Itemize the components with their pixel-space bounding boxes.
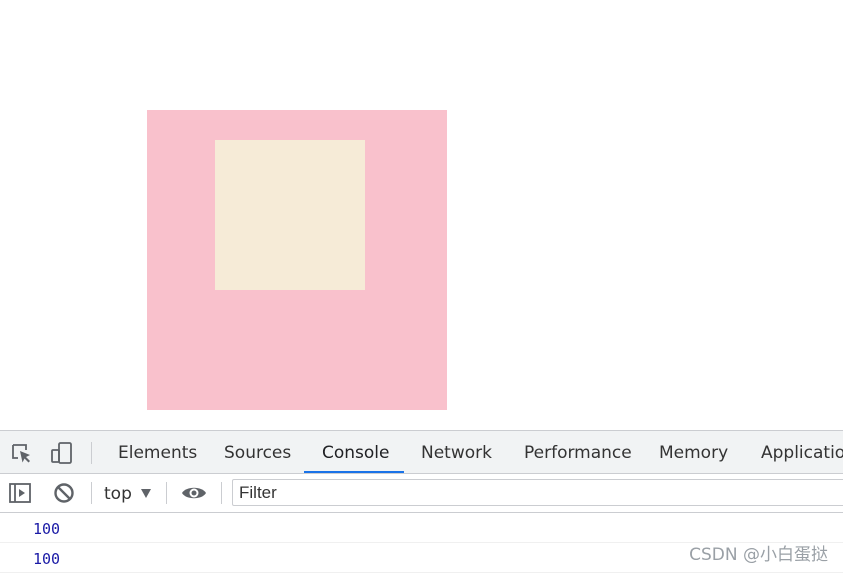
console-toolbar: top — [0, 474, 843, 513]
active-tab-indicator — [304, 471, 404, 473]
devtools-panel: Elements Sources Console Network Perform… — [0, 430, 843, 574]
clear-console-icon[interactable] — [52, 481, 76, 505]
toolbar-separator — [221, 482, 222, 504]
devtools-tabbar: Elements Sources Console Network Perform… — [0, 431, 843, 474]
console-message: 100 — [0, 513, 843, 543]
device-toolbar-icon[interactable] — [50, 441, 74, 465]
tab-memory[interactable]: Memory — [659, 431, 728, 473]
tab-network[interactable]: Network — [421, 431, 492, 473]
inspect-element-icon[interactable] — [9, 441, 33, 465]
tab-console[interactable]: Console — [322, 431, 390, 473]
context-dropdown-arrow[interactable] — [141, 489, 151, 498]
page-viewport — [0, 0, 843, 430]
console-filter-input[interactable] — [232, 479, 843, 506]
toolbar-separator — [166, 482, 167, 504]
pink-outer-box — [147, 110, 447, 410]
toolbar-separator — [91, 442, 92, 464]
tab-elements[interactable]: Elements — [118, 431, 197, 473]
context-selector[interactable]: top — [104, 474, 132, 512]
live-expression-eye-icon[interactable] — [181, 481, 206, 505]
watermark: CSDN @小白蛋挞 — [689, 545, 828, 565]
tab-application[interactable]: Application — [761, 431, 843, 473]
tab-sources[interactable]: Sources — [224, 431, 291, 473]
beige-inner-box — [215, 140, 365, 290]
show-sidebar-icon[interactable] — [8, 481, 32, 505]
tab-performance[interactable]: Performance — [524, 431, 632, 473]
toolbar-separator — [91, 482, 92, 504]
